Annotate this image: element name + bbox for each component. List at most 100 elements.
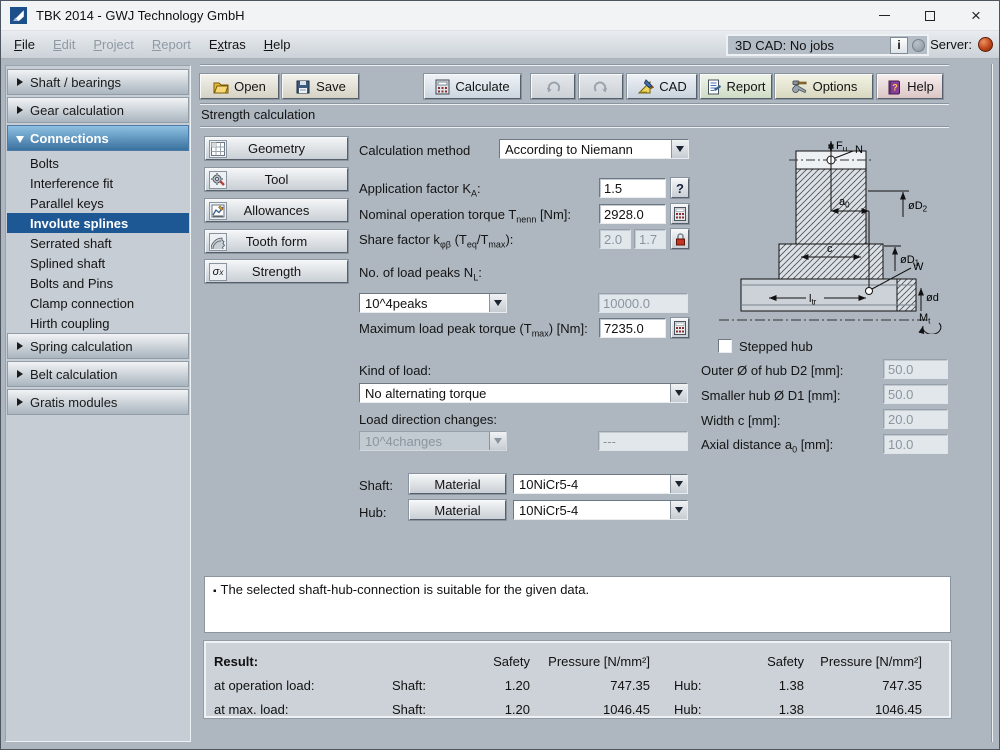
close-button[interactable]: × [953,1,999,30]
tool-button[interactable]: Tool [205,168,348,191]
outer-hub-diameter-field: 50.0 [883,359,948,379]
tooth-form-button[interactable]: Tooth form [205,230,348,253]
info-button[interactable]: i [890,37,908,54]
dropdown-arrow-icon [671,140,688,158]
spline-connection-diagram: Fu N a0 øD2 c øD1 W ltr [711,139,951,334]
nominal-torque-input[interactable]: 2928.0 [599,204,666,224]
cad-ruler-pencil-icon [637,79,654,95]
save-button[interactable]: Save [282,74,359,99]
calculator-icon [674,321,686,335]
sidebar-item-involute-splines[interactable]: Involute splines [7,213,189,233]
open-folder-icon [213,79,229,95]
allowances-button[interactable]: Allowances [205,199,348,222]
server-status-indicator [978,37,993,52]
svg-text:øD2: øD2 [908,200,928,214]
load-direction-label: Load direction changes: [359,412,497,427]
dropdown-arrow-icon [489,432,506,450]
application-factor-label: Application factor KA: [359,181,481,199]
application-factor-help-button[interactable]: ? [671,178,689,198]
options-tools-icon [791,79,808,95]
menu-extras[interactable]: Extras [200,37,255,52]
load-peaks-value-field: 10000.0 [598,293,688,313]
svg-text:?: ? [892,82,898,92]
load-peaks-dropdown[interactable]: 10^4peaks [359,293,507,313]
dropdown-arrow-icon [670,475,687,493]
hub-material-dropdown[interactable]: 10NiCr5-4 [513,500,688,520]
server-label: Server: [930,37,972,52]
menu-edit: Edit [44,37,84,52]
server-status: Server: [930,37,993,52]
calculation-method-dropdown[interactable]: According to Niemann [499,139,689,159]
max-torque-calculator-button[interactable] [671,318,689,338]
sidebar-item-hirth-coupling[interactable]: Hirth coupling [7,313,189,333]
menu-help[interactable]: Help [255,37,300,52]
section-title: Strength calculation [201,107,315,122]
application-factor-input[interactable]: 1.5 [599,178,666,198]
sidebar-header-shaft-bearings[interactable]: Shaft / bearings [7,69,189,95]
close-icon: × [971,7,981,24]
sidebar-item-bolts[interactable]: Bolts [7,153,189,173]
kind-of-load-label: Kind of load: [359,363,431,378]
collapsed-arrow-icon [17,398,23,406]
allowances-chart-icon [209,202,227,220]
hub-material-button[interactable]: Material [409,500,506,520]
content-area: Shaft / bearings Gear calculation Connec… [1,59,999,749]
shaft-material-button[interactable]: Material [409,474,506,494]
cad-status-box: 3D CAD: No jobs i [726,34,929,56]
result-value: 1.38 [734,697,808,721]
cad-button[interactable]: CAD [627,74,697,99]
load-direction-dropdown: 10^4changes [359,431,507,451]
menu-project: Project [84,37,142,52]
kind-of-load-dropdown[interactable]: No alternating torque [359,383,688,403]
sidebar-item-interference-fit[interactable]: Interference fit [7,173,189,193]
nominal-torque-calculator-button[interactable] [671,204,689,224]
sidebar-header-gratis-modules[interactable]: Gratis modules [7,389,189,415]
report-button[interactable]: Report [700,74,772,99]
calculate-button[interactable]: Calculate [424,74,521,99]
safety-column-header: Safety [488,649,534,673]
geometry-button[interactable]: Geometry [205,137,348,160]
result-part-label: Hub: [654,673,734,697]
open-button[interactable]: Open [200,74,279,99]
minimize-button[interactable] [861,1,907,30]
maximize-icon [925,11,935,21]
sidebar-item-bolts-and-pins[interactable]: Bolts and Pins [7,273,189,293]
sidebar-item-serrated-shaft[interactable]: Serrated shaft [7,233,189,253]
shaft-material-dropdown[interactable]: 10NiCr5-4 [513,474,688,494]
collapsed-arrow-icon [17,342,23,350]
sidebar-item-parallel-keys[interactable]: Parallel keys [7,193,189,213]
sidebar-header-gear-calculation[interactable]: Gear calculation [7,97,189,123]
svg-text:ød: ød [926,292,939,304]
share-factor-lock-button[interactable] [671,229,689,249]
safety-column-header: Safety [734,649,808,673]
help-button[interactable]: ? Help [877,74,943,99]
sidebar-item-splined-shaft[interactable]: Splined shaft [7,253,189,273]
load-peaks-label: No. of load peaks NL: [359,265,482,283]
redo-icon [593,80,609,94]
menu-report: Report [143,37,200,52]
sidebar-header-belt-calculation[interactable]: Belt calculation [7,361,189,387]
calculator-icon [674,207,686,221]
sidebar-item-clamp-connection[interactable]: Clamp connection [7,293,189,313]
options-button[interactable]: Options [775,74,873,99]
strength-button[interactable]: σx Strength [205,260,348,283]
menubar: File Edit Project Report Extras Help 3D … [1,31,999,59]
menu-file[interactable]: File [5,37,44,52]
result-value: 1046.45 [808,697,926,721]
sidebar-header-spring-calculation[interactable]: Spring calculation [7,333,189,359]
help-book-icon: ? [886,79,902,95]
max-torque-input[interactable]: 7235.0 [599,318,666,338]
sidebar-header-connections[interactable]: Connections [7,125,189,151]
result-value: 1.38 [734,673,808,697]
calculation-method-label: Calculation method [359,143,470,158]
stepped-hub-checkbox[interactable] [718,339,732,353]
share-factor-label: Share factor kφβ (Teq/Tmax): [359,232,513,250]
result-value: 1.20 [488,697,534,721]
calculator-icon [435,79,450,95]
pressure-column-header: Pressure [N/mm²] [534,649,654,673]
result-panel: Result: Safety Pressure [N/mm²] Safety P… [204,641,951,718]
result-value: 1.20 [488,673,534,697]
maximize-button[interactable] [907,1,953,30]
result-title: Result: [214,649,392,673]
smaller-hub-diameter-field: 50.0 [883,384,948,404]
